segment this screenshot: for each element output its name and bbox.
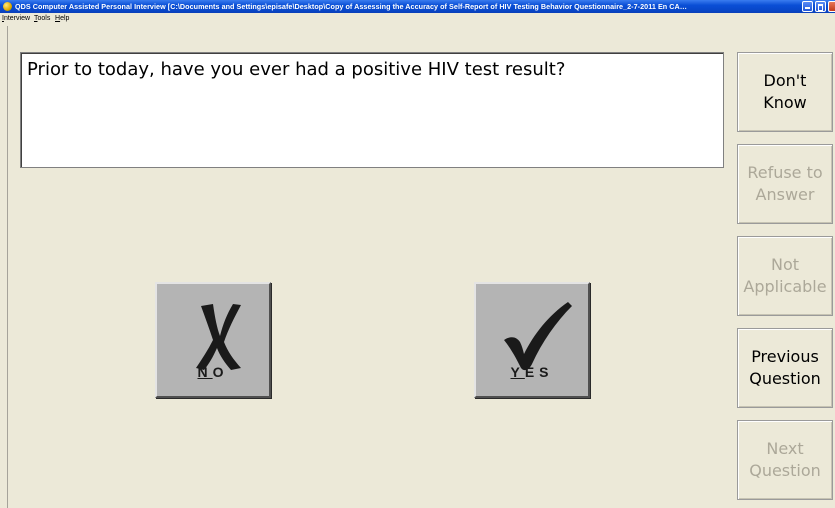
dont-know-button[interactable]: Don't Know	[737, 52, 833, 132]
window-left-border	[7, 26, 8, 508]
minimize-icon	[805, 7, 810, 9]
refuse-to-answer-button[interactable]: Refuse to Answer	[737, 144, 833, 224]
yes-label: YES	[510, 364, 554, 380]
title-bar[interactable]: QDS Computer Assisted Personal Interview…	[0, 0, 835, 13]
yes-button[interactable]: YES	[474, 282, 590, 398]
next-question-button[interactable]: Next Question	[737, 420, 833, 500]
menu-bar: Interview Tools Help	[0, 13, 835, 25]
close-button[interactable]	[828, 1, 835, 12]
question-box: Prior to today, have you ever had a posi…	[20, 52, 724, 168]
maximize-button[interactable]	[815, 1, 826, 12]
question-text: Prior to today, have you ever had a posi…	[27, 59, 566, 80]
previous-question-button[interactable]: Previous Question	[737, 328, 833, 408]
no-label: NO	[197, 364, 229, 380]
minimize-button[interactable]	[802, 1, 813, 12]
window-title: QDS Computer Assisted Personal Interview…	[15, 2, 688, 11]
maximize-icon	[818, 4, 823, 11]
menu-help[interactable]: Help	[55, 13, 69, 25]
menu-interview[interactable]: Interview	[2, 13, 30, 25]
not-applicable-button[interactable]: Not Applicable	[737, 236, 833, 316]
no-button[interactable]: NO	[155, 282, 271, 398]
menu-tools[interactable]: Tools	[34, 13, 50, 25]
app-icon	[3, 2, 12, 11]
